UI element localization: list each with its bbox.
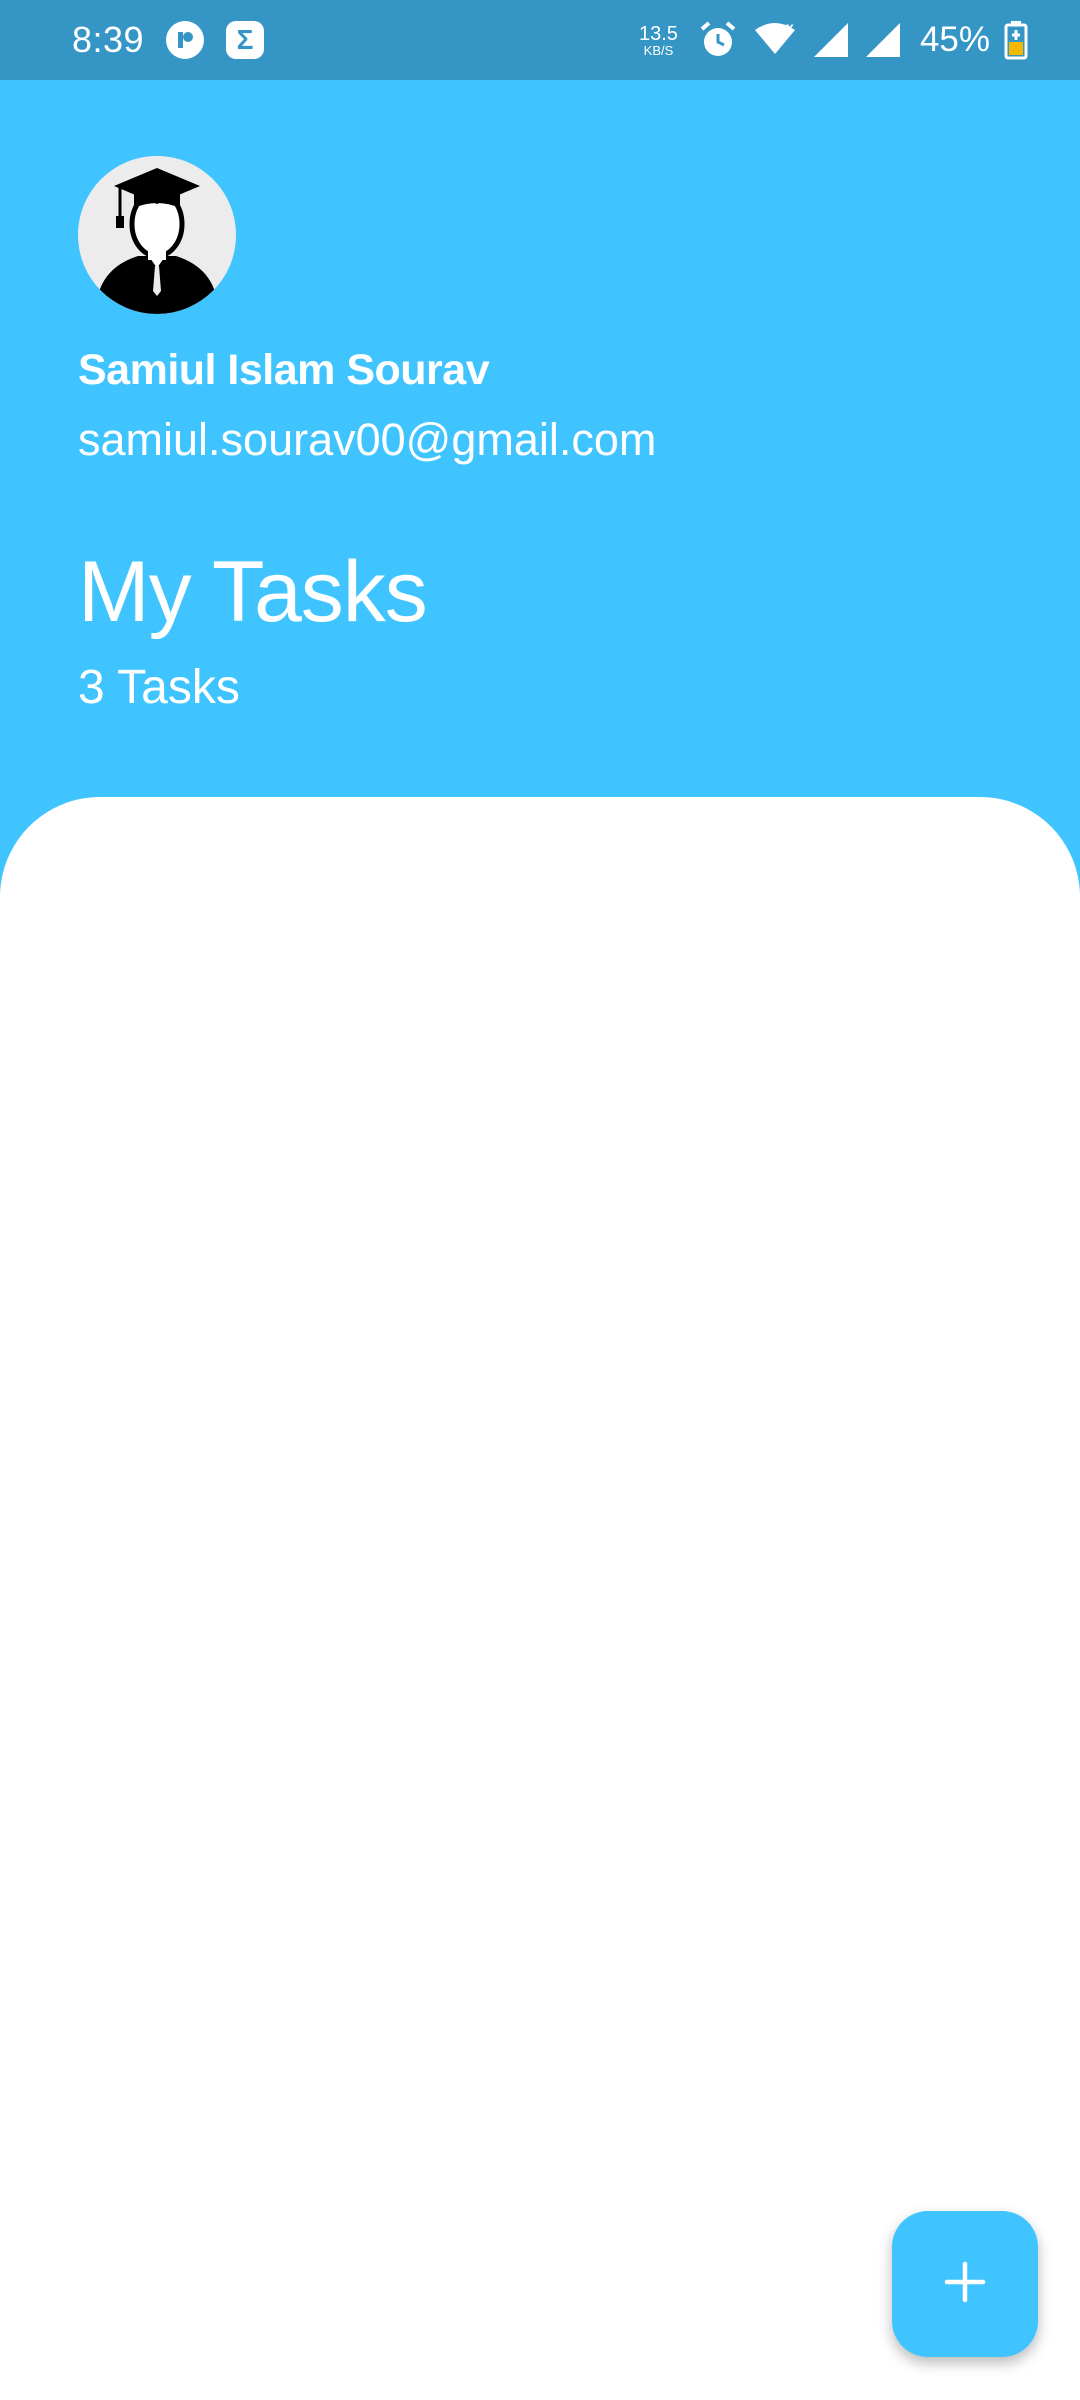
task-list-panel [0,797,1080,2400]
status-time: 8:39 [72,19,145,60]
battery-percent: 45% [919,20,990,59]
wifi-icon: x [752,20,798,60]
svg-text:x: x [786,20,794,35]
page-title: My Tasks [78,544,428,640]
status-bar: 8:39 Σ 13.5 KB/S x 45% [0,0,1080,80]
task-count: 3 Tasks [78,661,240,714]
network-speed: 13.5 KB/S [639,24,678,57]
app-notification-icon [166,21,205,59]
screen: 8:39 Σ 13.5 KB/S x 45% Samiul Islam Sour… [0,0,1080,2400]
signal-icon [812,21,850,59]
status-right: 13.5 KB/S x 45% [639,20,1028,60]
user-email: samiul.sourav00@gmail.com [78,414,657,465]
graduate-avatar[interactable] [78,156,236,314]
add-task-button[interactable] [892,2211,1038,2357]
signal-icon [864,21,902,59]
battery-charging-icon [1004,20,1028,60]
alarm-icon [698,20,738,60]
sigma-notification-icon: Σ [226,21,265,59]
plus-icon [943,2260,987,2309]
status-left: 8:39 Σ [72,19,265,61]
network-speed-value: 13.5 [639,22,678,45]
user-name: Samiul Islam Sourav [78,346,490,394]
network-speed-unit: KB/S [643,42,674,58]
